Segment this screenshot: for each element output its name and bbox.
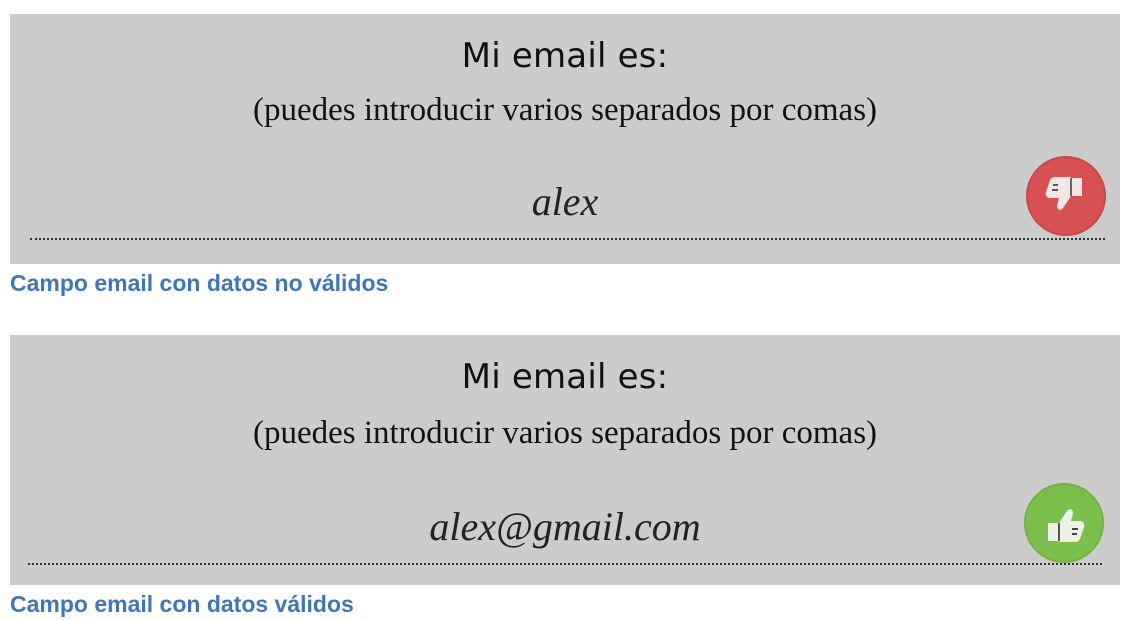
email-label-title: Mi email es: bbox=[461, 357, 669, 397]
email-label-hint: (puedes introducir varios separados por … bbox=[252, 92, 878, 128]
email-label-hint: (puedes introducir varios separados por … bbox=[252, 415, 878, 451]
email-input-underline bbox=[28, 563, 1102, 565]
thumbs-down-icon bbox=[1026, 156, 1106, 236]
caption-valid: Campo email con datos válidos bbox=[10, 591, 354, 617]
email-label-title: Mi email es: bbox=[461, 36, 669, 76]
email-form-panel-invalid: Mi email es: (puedes introducir varios s… bbox=[10, 14, 1120, 264]
email-form-panel-valid: Mi email es: (puedes introducir varios s… bbox=[10, 335, 1120, 585]
email-input[interactable]: alex bbox=[10, 178, 1120, 225]
caption-invalid: Campo email con datos no válidos bbox=[10, 270, 389, 296]
thumbs-up-icon bbox=[1024, 483, 1104, 563]
email-input-underline bbox=[30, 238, 1105, 240]
email-input[interactable]: alex@gmail.com bbox=[10, 503, 1120, 550]
